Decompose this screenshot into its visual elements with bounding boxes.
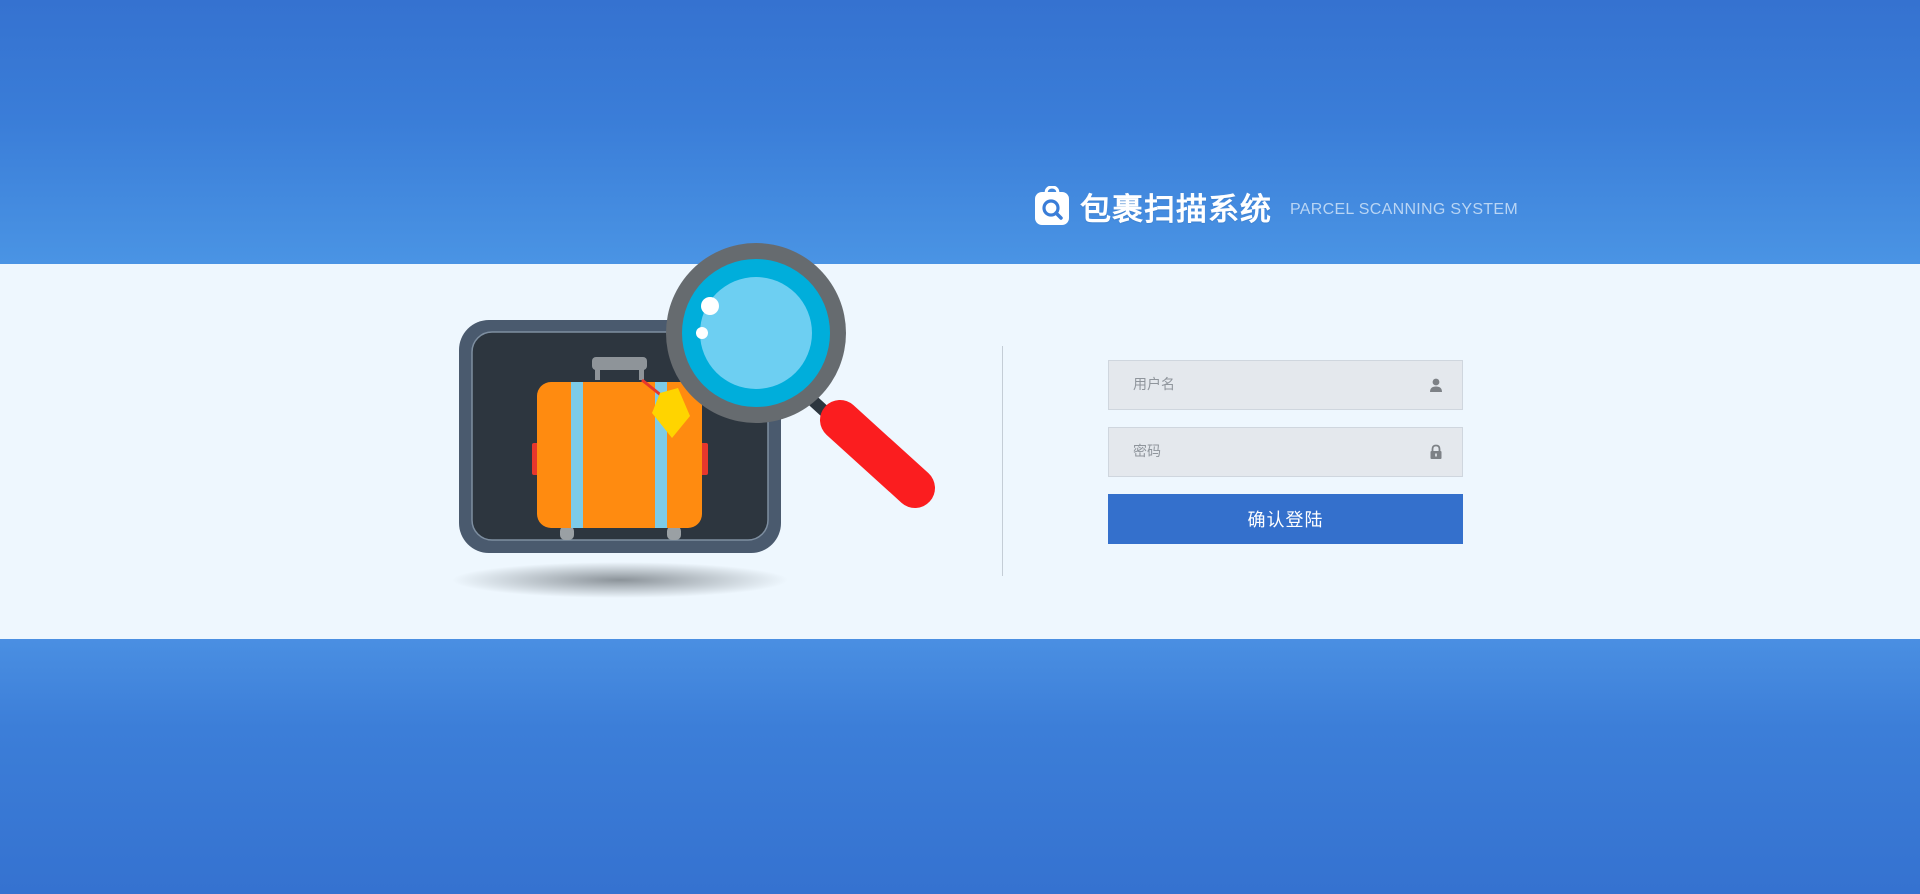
bag-search-icon	[1035, 186, 1069, 225]
username-input[interactable]	[1109, 361, 1423, 409]
content-band	[0, 264, 1920, 639]
password-field	[1108, 427, 1463, 477]
lock-icon	[1430, 444, 1442, 459]
app-title: 包裹扫描系统	[1080, 191, 1272, 228]
brand: 包裹扫描系统 PARCEL SCANNING SYSTEM	[1034, 184, 1518, 228]
suitcase-handle	[592, 357, 647, 370]
username-field	[1108, 360, 1463, 410]
app-subtitle: PARCEL SCANNING SYSTEM	[1290, 201, 1518, 218]
user-icon	[1430, 378, 1442, 392]
divider	[1002, 346, 1003, 576]
footer-band	[0, 639, 1920, 894]
login-button[interactable]: 确认登陆	[1108, 494, 1463, 544]
header-band	[0, 0, 1920, 264]
suitcase-magnifier-illustration	[452, 243, 935, 598]
password-input[interactable]	[1109, 428, 1423, 476]
login-page: 包裹扫描系统 PARCEL SCANNING SYSTEM 用户名 确认登陆	[0, 0, 1920, 894]
login-form: 确认登陆	[1108, 360, 1463, 544]
magnifier-lens	[700, 277, 812, 389]
shadow	[452, 562, 788, 598]
magnifier-handle	[820, 400, 935, 508]
